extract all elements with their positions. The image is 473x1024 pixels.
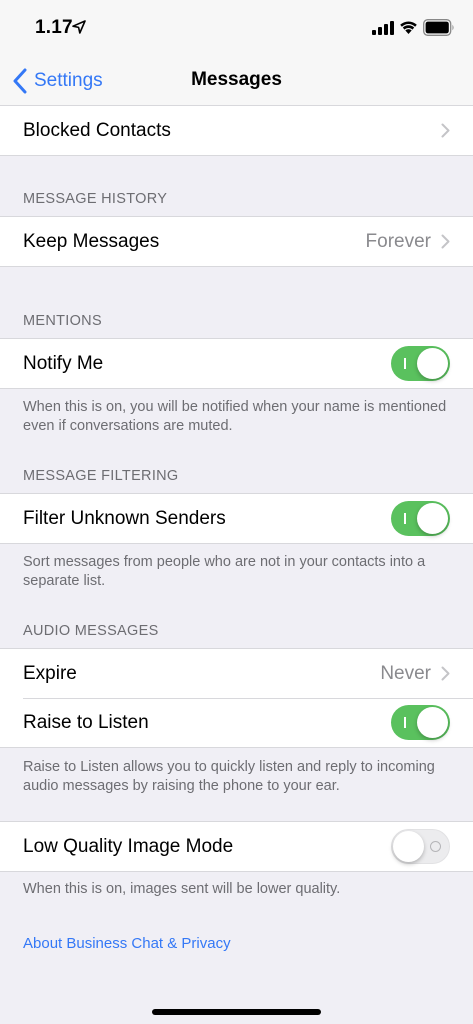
message-filtering-footer: Sort messages from people who are not in… — [23, 554, 426, 589]
expire-label: Expire — [23, 662, 77, 684]
raise-to-listen-row: Raise to Listen — [0, 698, 473, 747]
expire-row[interactable]: Expire Never — [0, 649, 473, 698]
expire-value: Never — [380, 662, 431, 684]
audio-messages-group: Expire Never Raise to Listen — [0, 648, 473, 748]
battery-icon — [423, 19, 454, 36]
audio-messages-footer: Raise to Listen allows you to quickly li… — [23, 759, 435, 794]
mentions-group: Notify Me — [0, 338, 473, 389]
filter-unknown-senders-label: Filter Unknown Senders — [23, 507, 226, 529]
chevron-right-icon — [441, 666, 450, 681]
toggle-on-mark — [404, 513, 406, 524]
wifi-icon — [400, 21, 417, 34]
keep-messages-label: Keep Messages — [23, 230, 160, 252]
toggle-knob — [417, 503, 448, 534]
toggle-knob — [417, 707, 448, 738]
message-history-header: MESSAGE HISTORY — [23, 191, 168, 207]
blocked-group: Blocked Contacts — [0, 105, 473, 156]
notify-me-row: Notify Me — [0, 339, 473, 388]
notify-me-toggle[interactable] — [391, 346, 450, 381]
notify-me-label: Notify Me — [23, 352, 104, 374]
status-time: 1.17 — [35, 17, 73, 38]
filter-unknown-senders-row: Filter Unknown Senders — [0, 494, 473, 543]
toggle-off-mark — [430, 841, 441, 852]
low-quality-image-mode-toggle[interactable] — [391, 829, 450, 864]
toggle-on-mark — [404, 717, 406, 728]
mentions-header: MENTIONS — [23, 313, 102, 329]
message-filtering-group: Filter Unknown Senders — [0, 493, 473, 544]
message-filtering-header: MESSAGE FILTERING — [23, 468, 179, 484]
low-quality-footer: When this is on, images sent will be low… — [23, 881, 341, 897]
message-history-group: Keep Messages Forever — [0, 216, 473, 267]
blocked-contacts-row[interactable]: Blocked Contacts — [0, 106, 473, 155]
blocked-contacts-label: Blocked Contacts — [23, 119, 171, 141]
chevron-right-icon — [441, 123, 450, 138]
low-quality-image-mode-label: Low Quality Image Mode — [23, 835, 234, 857]
keep-messages-row[interactable]: Keep Messages Forever — [0, 217, 473, 266]
toggle-knob — [393, 831, 424, 862]
low-quality-image-mode-row: Low Quality Image Mode — [0, 822, 473, 871]
toggle-on-mark — [404, 358, 406, 369]
mentions-footer: When this is on, you will be notified wh… — [23, 399, 447, 434]
filter-unknown-senders-toggle[interactable] — [391, 501, 450, 536]
raise-to-listen-toggle[interactable] — [391, 705, 450, 740]
cellular-signal-icon — [372, 21, 394, 35]
raise-to-listen-label: Raise to Listen — [23, 711, 149, 733]
page-title: Messages — [191, 69, 282, 90]
chevron-right-icon — [441, 234, 450, 249]
about-business-chat-link[interactable]: About Business Chat & Privacy — [23, 935, 231, 952]
status-bar: 1.17 — [0, 0, 473, 56]
audio-messages-header: AUDIO MESSAGES — [23, 623, 159, 639]
toggle-knob — [417, 348, 448, 379]
navigation-bar: Settings Messages — [0, 56, 473, 107]
low-quality-group: Low Quality Image Mode — [0, 821, 473, 872]
location-arrow-icon — [72, 20, 86, 34]
home-indicator[interactable] — [152, 1009, 321, 1015]
keep-messages-value: Forever — [365, 230, 431, 252]
